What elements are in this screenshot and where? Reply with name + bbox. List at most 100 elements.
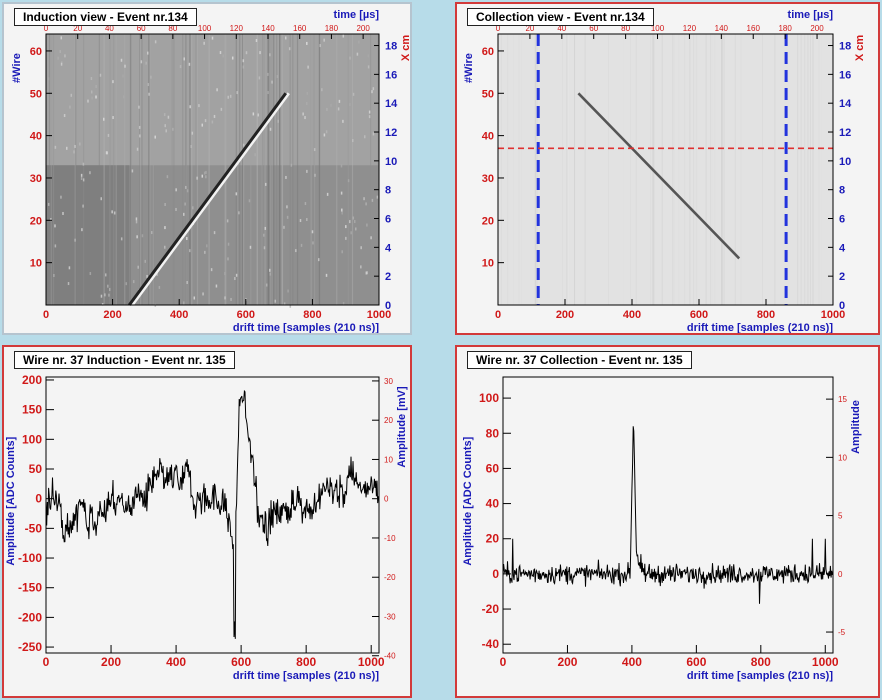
noise-pixel (269, 53, 271, 57)
noise-pixel (227, 95, 229, 99)
noise-pixel (90, 77, 93, 81)
noise-pixel (269, 127, 272, 131)
noise-pixel (163, 113, 166, 117)
noise-pixel (186, 280, 188, 284)
y-tick-label: 60 (486, 461, 500, 475)
noise-pixel (89, 171, 91, 175)
right-tick-label: -10 (384, 534, 396, 543)
noise-pixel (342, 34, 345, 38)
noise-pixel (148, 92, 150, 96)
noise-pixel (264, 182, 267, 186)
x-axis-label: drift time [samples (210 ns)] (687, 322, 833, 333)
noise-streak (269, 34, 271, 305)
noise-pixel (100, 294, 103, 298)
noise-pixel (202, 292, 204, 296)
noise-streak (139, 34, 141, 305)
noise-streak (804, 34, 806, 305)
noise-streak (278, 34, 281, 305)
top-tick-label: 180 (325, 24, 339, 33)
noise-pixel (145, 61, 147, 65)
noise-streak (761, 34, 763, 305)
noise-pixel (186, 237, 188, 241)
right-tick-label: 10 (838, 453, 847, 462)
heatmap-upper-band (46, 34, 379, 166)
right-tick-label: 14 (839, 98, 852, 110)
top-tick-label: 140 (261, 24, 275, 33)
noise-pixel (242, 65, 245, 69)
noise-pixel (340, 191, 343, 195)
noise-pixel (358, 40, 360, 44)
y-axis-label: Amplitude [ADC Counts] (462, 436, 474, 565)
right-tick-label: 16 (385, 69, 397, 81)
noise-pixel (313, 148, 316, 152)
noise-pixel (307, 65, 309, 69)
noise-pixel (186, 189, 189, 193)
right-tick-label: 18 (839, 41, 851, 53)
right-tick-label: 0 (384, 495, 389, 504)
noise-pixel (124, 64, 126, 68)
right-tick-label: -30 (384, 612, 396, 621)
noise-pixel (141, 234, 144, 238)
noise-pixel (64, 54, 66, 58)
top-tick-label: 200 (810, 24, 824, 33)
noise-pixel (258, 76, 261, 80)
x-tick-label: 600 (690, 309, 708, 321)
noise-pixel (60, 195, 62, 199)
noise-pixel (108, 293, 110, 297)
noise-pixel (326, 107, 328, 111)
noise-streak (292, 34, 294, 305)
noise-pixel (120, 237, 123, 241)
noise-streak (289, 34, 291, 305)
right-tick-label: 0 (838, 570, 843, 579)
noise-streak (75, 34, 77, 305)
noise-pixel (138, 105, 140, 109)
noise-pixel (164, 124, 166, 128)
noise-pixel (144, 259, 147, 263)
x-tick-label: 200 (556, 309, 574, 321)
noise-pixel (263, 246, 266, 250)
y-axis-label: #Wire (463, 53, 475, 83)
panel-title: Wire nr. 37 Induction - Event nr. 135 (14, 351, 235, 369)
noise-pixel (349, 220, 351, 224)
noise-pixel (311, 230, 314, 234)
y-tick-label: -200 (18, 610, 42, 624)
noise-pixel (352, 92, 355, 96)
noise-streak (672, 34, 674, 305)
noise-pixel (175, 188, 177, 192)
y-tick-label: -100 (18, 551, 42, 565)
noise-streak (261, 34, 263, 305)
noise-pixel (67, 282, 70, 286)
noise-streak (623, 34, 625, 305)
noise-streak (48, 34, 51, 305)
noise-pixel (150, 231, 153, 235)
noise-streak (629, 34, 631, 305)
plot-frame (45, 376, 380, 654)
wire-induction-panel: 0 200 400 600 800 1000 -250 -200 -150 -100 -50 0 50 1… (2, 345, 412, 698)
noise-streak (318, 34, 320, 305)
noise-pixel (306, 169, 308, 173)
noise-pixel (81, 228, 83, 232)
noise-pixel (259, 51, 261, 55)
noise-pixel (103, 117, 105, 121)
noise-pixel (196, 176, 198, 180)
noise-pixel (227, 242, 230, 246)
noise-pixel (192, 206, 194, 210)
noise-pixel (242, 59, 245, 63)
noise-streak (250, 34, 252, 305)
right-tick-label: 20 (384, 416, 393, 425)
noise-pixel (211, 36, 214, 40)
noise-pixel (172, 127, 174, 131)
noise-pixel (277, 119, 279, 123)
noise-streak (173, 34, 175, 305)
x-tick-label: 0 (500, 655, 507, 669)
noise-pixel (138, 125, 141, 129)
noise-streak (518, 34, 520, 305)
noise-pixel (120, 58, 123, 62)
noise-pixel (211, 120, 214, 124)
noise-pixel (306, 41, 308, 45)
noise-pixel (317, 258, 320, 262)
x-tick-label: 200 (557, 655, 577, 669)
noise-pixel (360, 246, 362, 250)
noise-streak (558, 34, 560, 305)
noise-streak (705, 34, 707, 305)
